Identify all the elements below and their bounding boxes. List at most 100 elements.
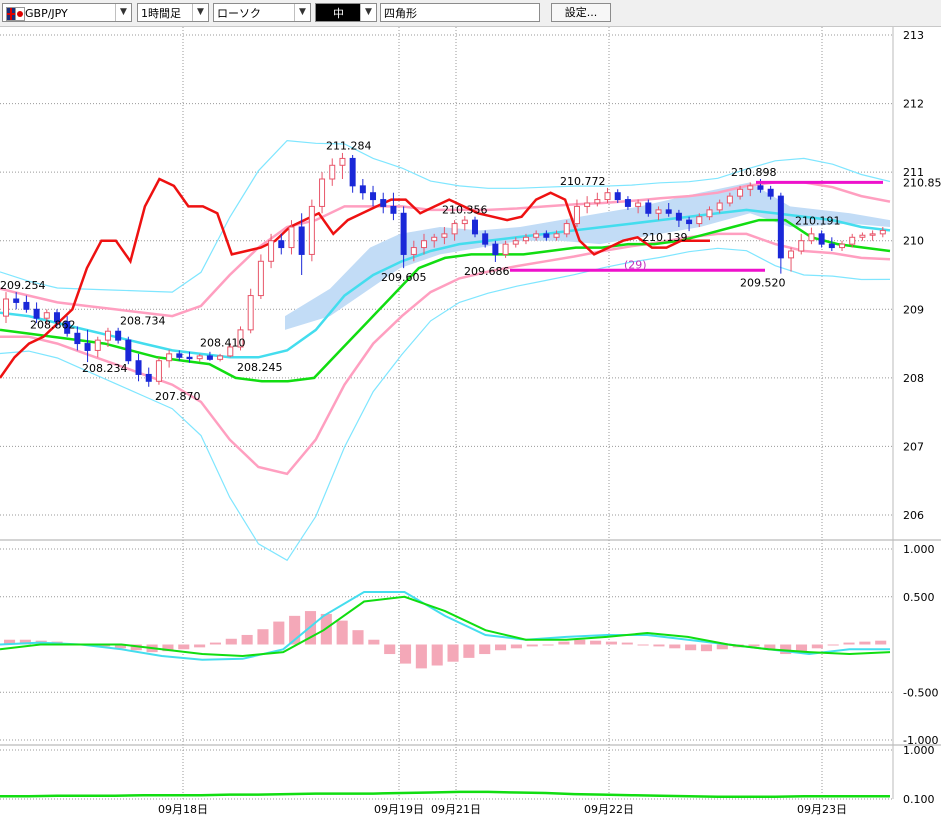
candle-body [186, 356, 193, 360]
volume-panel [0, 790, 890, 799]
candle-body [777, 195, 784, 259]
candle-body [380, 199, 387, 207]
candle-body [155, 360, 162, 382]
candle-body [818, 233, 825, 245]
toolbar: GBP/JPY ▼ 1時間足 ▼ ローソク ▼ 中 ▼ 四角形 設定... [0, 0, 941, 27]
candle-body [247, 295, 254, 331]
candle-body [665, 209, 672, 214]
price-label: 208.862 [30, 319, 76, 332]
x-tick-label: 09月22日 [584, 803, 634, 816]
histogram-bar [558, 641, 570, 645]
y-tick-label: 210 [903, 235, 924, 248]
histogram-bar [194, 644, 206, 648]
candle-body [737, 188, 744, 197]
price-label: 209.686 [464, 265, 510, 278]
chevron-down-icon[interactable]: ▼ [192, 4, 208, 21]
y-tick-label: 0.100 [903, 793, 935, 806]
x-tick-label: 09月21日 [431, 803, 481, 816]
grid [0, 27, 941, 800]
candle-body [13, 298, 20, 303]
candle-body [655, 209, 662, 214]
price-label: 210.898 [731, 166, 777, 179]
histogram-bar [273, 621, 285, 645]
candle-body [543, 233, 550, 238]
axes: 213212211210209208207206210.851.0000.500… [158, 29, 941, 816]
draw-shape-label: 四角形 [384, 7, 417, 20]
histogram-bar [827, 644, 839, 646]
price-label: 211.284 [326, 140, 372, 153]
candle-body [410, 247, 417, 255]
candle-body [757, 185, 764, 190]
price-label: 208.234 [82, 362, 128, 375]
chevron-down-icon[interactable]: ▼ [360, 4, 376, 21]
histogram-bar [352, 630, 364, 645]
candle-body [84, 343, 91, 351]
candle-body [808, 233, 815, 242]
histogram-bar [510, 644, 522, 649]
current-price-label: 210.85 [903, 176, 941, 189]
timeframe-label: 1時間足 [141, 7, 181, 20]
chevron-down-icon[interactable]: ▼ [115, 4, 131, 21]
candle-body [421, 240, 428, 249]
y-tick-label: 1.000 [903, 744, 935, 757]
candle-body [839, 243, 846, 249]
candle-body [115, 330, 122, 341]
candle-body [502, 243, 509, 255]
histogram-bar [574, 639, 586, 645]
candle-body [3, 298, 9, 317]
price-label: 208.245 [237, 361, 283, 374]
y-tick-label: 206 [903, 509, 924, 522]
candle-body [431, 236, 438, 242]
candle-body [339, 157, 346, 166]
candle-body [288, 226, 295, 249]
y-tick-label: 212 [903, 98, 924, 111]
timeframe-select[interactable]: 1時間足 ▼ [137, 3, 209, 22]
histogram-bar [811, 644, 823, 649]
histogram-bar [431, 644, 443, 666]
candle-body [23, 301, 30, 310]
price-label: 210.356 [442, 203, 488, 216]
candle-body [298, 226, 305, 255]
histogram-bar [590, 640, 602, 645]
candle-body [624, 199, 631, 207]
candle-body [869, 233, 876, 236]
candle-body [645, 202, 652, 214]
candle-body [461, 219, 468, 225]
symbol-select[interactable]: GBP/JPY ▼ [2, 3, 132, 22]
candle-body [573, 205, 580, 225]
histogram-bar [479, 644, 491, 655]
histogram-bar [384, 644, 396, 655]
chart-style-select[interactable]: ローソク ▼ [213, 3, 311, 22]
price-label: 208.410 [200, 337, 246, 350]
price-label: 208.734 [120, 315, 166, 328]
candle-body [257, 260, 264, 297]
histogram-bar [368, 639, 380, 645]
candle-body [706, 209, 713, 218]
candle-body [482, 233, 489, 245]
histogram-bar [336, 620, 348, 645]
settings-button[interactable]: 設定... [551, 3, 611, 22]
draw-color-select[interactable]: 中 ▼ [315, 3, 377, 22]
price-label: 209.605 [381, 271, 427, 284]
candle-body [359, 185, 366, 194]
candle-body [329, 164, 336, 180]
candle-body [125, 339, 132, 362]
histogram-bar [526, 644, 538, 647]
volume-line [0, 790, 890, 799]
draw-color-label: 中 [333, 7, 344, 20]
histogram-bar [178, 644, 190, 650]
candle-body [441, 233, 448, 238]
candle-body [716, 202, 723, 211]
candle-body [594, 199, 601, 204]
candle-body [696, 216, 703, 225]
candle-body [308, 205, 315, 255]
draw-shape-field[interactable]: 四角形 [380, 3, 540, 22]
candle-body [533, 233, 540, 238]
histogram-bar [700, 644, 713, 652]
histogram-bar [257, 629, 269, 645]
chevron-down-icon[interactable]: ▼ [294, 4, 310, 21]
histogram-bar [463, 644, 475, 658]
histogram-bar [399, 644, 412, 664]
histogram-bar [542, 644, 554, 646]
candle-body [74, 332, 81, 345]
